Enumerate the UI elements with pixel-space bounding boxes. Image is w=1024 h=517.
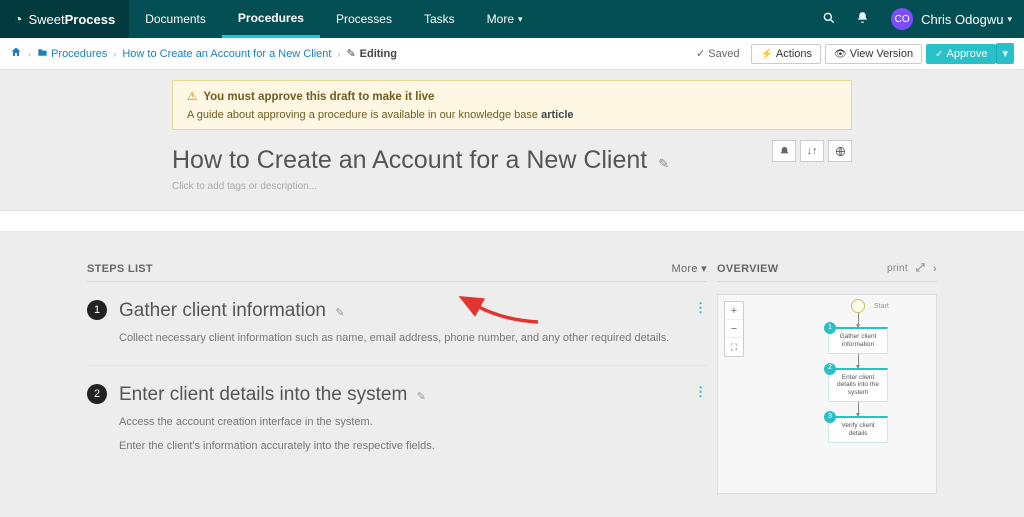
logo-icon: ◔ xyxy=(14,11,22,27)
chevron-down-icon: ▾ xyxy=(518,14,523,25)
overview-header: OVERVIEW xyxy=(717,263,779,275)
zoom-in[interactable]: + xyxy=(725,302,743,320)
crumb-procedures[interactable]: Procedures xyxy=(51,48,107,60)
pencil-icon: ✎ xyxy=(335,307,344,319)
chevron-down-icon: ▾ xyxy=(1007,14,1012,25)
step-desc: Collect necessary client information suc… xyxy=(119,330,695,347)
nav-processes[interactable]: Processes xyxy=(320,0,408,38)
home-icon[interactable] xyxy=(10,46,22,61)
warning-icon: ⚠ xyxy=(187,91,197,103)
step-desc: Enter the client's information accuratel… xyxy=(119,438,695,455)
step-item: 2 Enter client details into the system ✎… xyxy=(87,378,707,473)
pencil-icon: ✎ xyxy=(658,156,669,171)
page-title[interactable]: How to Create an Account for a New Clien… xyxy=(172,146,852,175)
approve-alert: ⚠ You must approve this draft to make it … xyxy=(172,80,852,130)
step-desc: Access the account creation interface in… xyxy=(119,414,695,431)
zoom-fit[interactable]: ⛶ xyxy=(725,338,743,356)
view-version-button[interactable]: 👁View Version xyxy=(825,44,922,64)
brand-light: Sweet xyxy=(28,12,64,27)
notify-toggle[interactable] xyxy=(772,140,796,162)
steps-header: STEPS LIST xyxy=(87,263,153,275)
crumb-editing: ✎Editing xyxy=(346,47,397,60)
main-content: STEPS LIST More ▾ 1 Gather client inform… xyxy=(87,262,937,494)
approve-dropdown[interactable]: ▾ xyxy=(996,43,1014,64)
nav-procedures[interactable]: Procedures xyxy=(222,0,320,38)
alert-link[interactable]: article xyxy=(541,109,573,121)
flow-node[interactable]: 1Gather client information xyxy=(828,327,888,354)
step-menu[interactable] xyxy=(695,300,707,347)
chevron-down-icon: ▾ xyxy=(701,263,707,275)
print-link[interactable]: print xyxy=(887,263,908,274)
breadcrumb-bar: › Procedures › How to Create an Account … xyxy=(0,38,1024,70)
alert-sub: A guide about approving a procedure is a… xyxy=(187,109,541,121)
pencil-icon: ✎ xyxy=(417,391,426,403)
step-title[interactable]: Gather client information ✎ xyxy=(119,300,695,322)
alert-title: You must approve this draft to make it l… xyxy=(203,91,434,103)
step-menu[interactable] xyxy=(695,384,707,455)
sort-toggle[interactable]: ↓↑ xyxy=(800,140,824,162)
flow-node[interactable]: 2Enter client details into the system xyxy=(828,368,888,402)
step-number: 2 xyxy=(87,384,107,404)
approve-button[interactable]: ✓Approve xyxy=(926,44,996,64)
eye-icon: 👁 xyxy=(834,49,847,60)
zoom-controls: + − ⛶ xyxy=(724,301,744,357)
zoom-out[interactable]: − xyxy=(725,320,743,338)
step-title[interactable]: Enter client details into the system ✎ xyxy=(119,384,695,406)
user-menu[interactable]: CO Chris Odogwu ▾ xyxy=(879,8,1024,30)
chevron-right-icon[interactable]: › xyxy=(933,263,937,275)
actions-button[interactable]: ⚡Actions xyxy=(751,44,821,64)
title-section: ↓↑ How to Create an Account for a New Cl… xyxy=(172,146,852,192)
bolt-icon: ⚡ xyxy=(760,49,772,60)
flow-start xyxy=(851,299,865,313)
step-number: 1 xyxy=(87,300,107,320)
search-icon[interactable] xyxy=(812,11,846,28)
folder-icon[interactable] xyxy=(37,47,48,61)
brand-bold: Process xyxy=(65,12,116,27)
step-item: 1 Gather client information ✎ Collect ne… xyxy=(87,294,707,366)
check-icon: ✓ xyxy=(935,49,943,60)
nav-tasks[interactable]: Tasks xyxy=(408,0,471,38)
tags-placeholder[interactable]: Click to add tags or description... xyxy=(172,181,852,192)
saved-status: ✓ Saved xyxy=(696,47,739,60)
brand-logo[interactable]: ◔ SweetProcess xyxy=(0,0,129,38)
flowchart-panel[interactable]: + − ⛶ Start 1Gather client information 2… xyxy=(717,294,937,494)
globe-toggle[interactable] xyxy=(828,140,852,162)
crumb-title[interactable]: How to Create an Account for a New Clien… xyxy=(122,48,331,60)
overview-column: OVERVIEW print ⤢ › + − ⛶ Start 1Gather c… xyxy=(717,262,937,494)
steps-more[interactable]: More ▾ xyxy=(672,262,707,275)
steps-column: STEPS LIST More ▾ 1 Gather client inform… xyxy=(87,262,707,494)
nav-more[interactable]: More▾ xyxy=(471,0,539,38)
top-nav: ◔ SweetProcess Documents Procedures Proc… xyxy=(0,0,1024,38)
expand-icon[interactable]: ⤢ xyxy=(916,262,925,275)
avatar: CO xyxy=(891,8,913,30)
bell-icon[interactable] xyxy=(846,11,879,27)
flow-node[interactable]: 3Verify client details xyxy=(828,416,888,443)
user-name: Chris Odogwu xyxy=(921,12,1003,27)
nav-documents[interactable]: Documents xyxy=(129,0,222,38)
pencil-icon: ✎ xyxy=(346,48,355,60)
